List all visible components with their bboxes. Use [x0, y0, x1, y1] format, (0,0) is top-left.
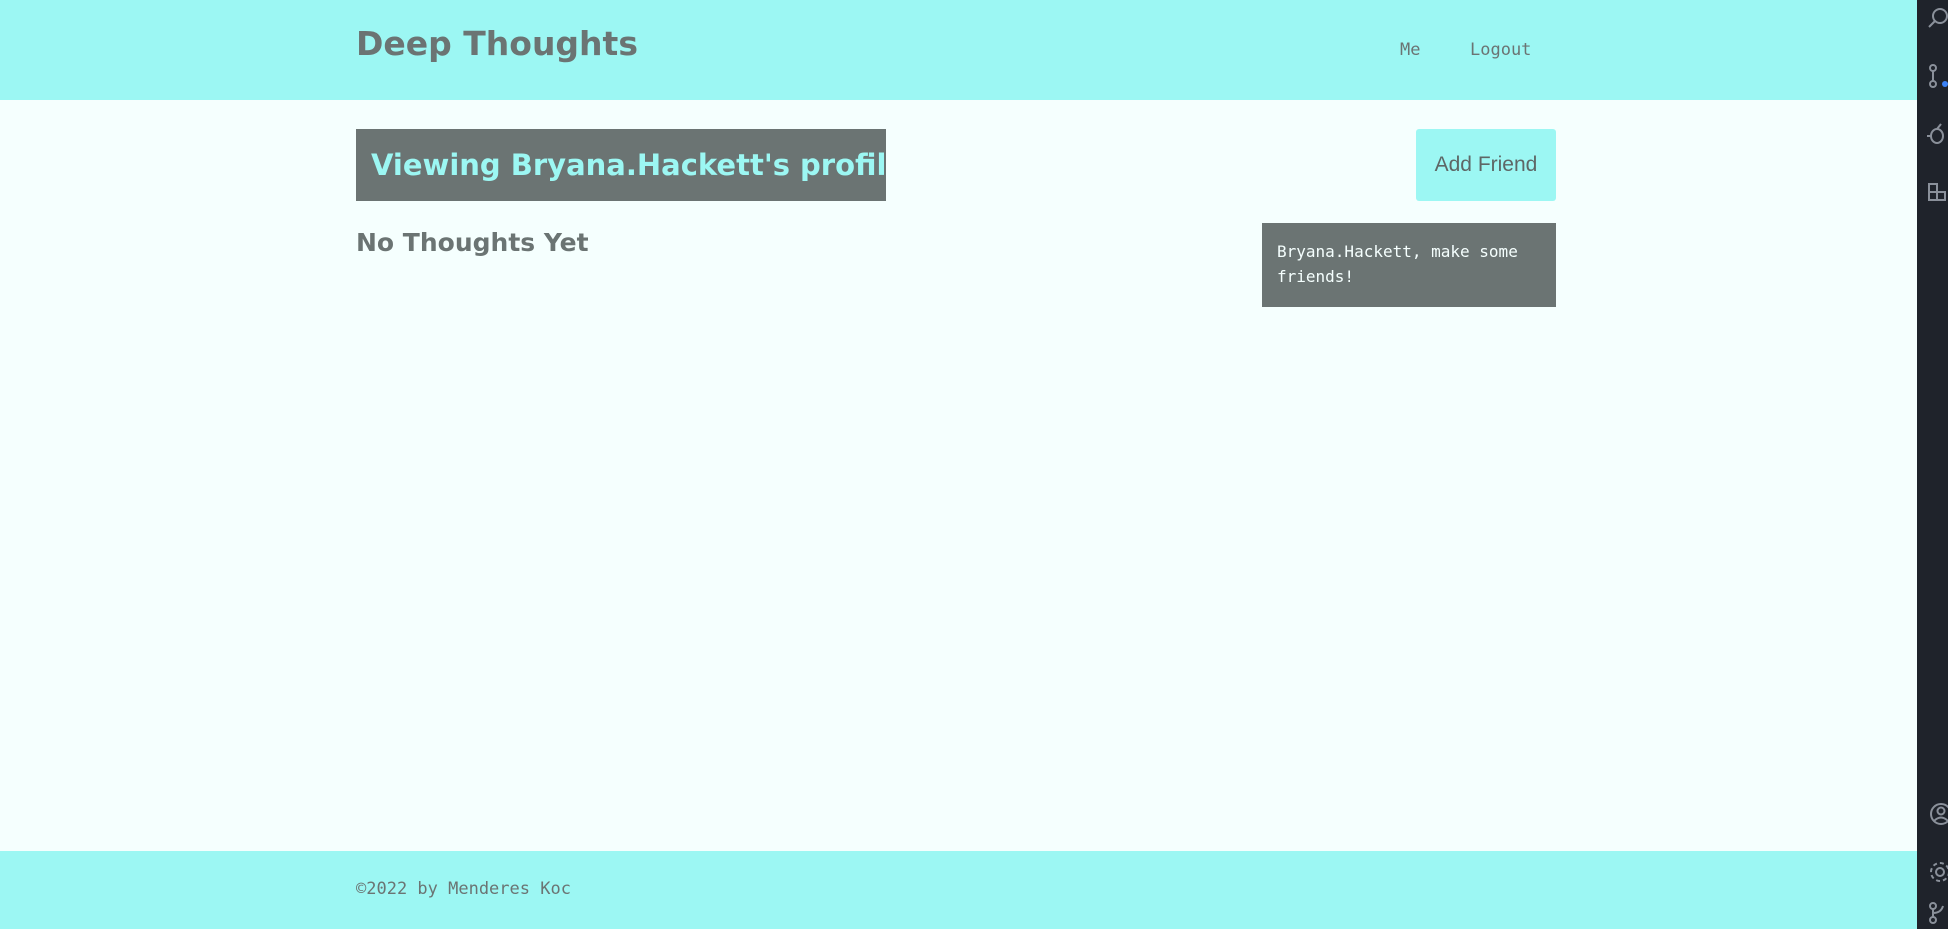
app-page: Deep Thoughts Me Logout Viewing Bryana.H… — [0, 0, 1917, 929]
footer-copyright: ©2022 by Menderes Koc — [356, 879, 571, 899]
nav-me-link[interactable]: Me — [1400, 40, 1420, 60]
gear-icon[interactable] — [1927, 860, 1948, 884]
debug-icon[interactable] — [1927, 122, 1948, 146]
friends-empty-message: Bryana.Hackett, make some friends! — [1277, 242, 1518, 286]
no-thoughts-heading: No Thoughts Yet — [356, 228, 589, 257]
site-footer: ©2022 by Menderes Koc — [0, 851, 1917, 929]
remote-icon[interactable] — [1927, 900, 1948, 924]
search-icon[interactable] — [1927, 6, 1948, 30]
profile-heading: Viewing Bryana.Hackett's profile. — [356, 129, 886, 201]
account-icon[interactable] — [1927, 802, 1948, 826]
friends-list-panel: Bryana.Hackett, make some friends! — [1262, 223, 1556, 307]
editor-activity-bar — [1917, 0, 1948, 929]
add-friend-button[interactable]: Add Friend — [1416, 129, 1556, 201]
extensions-icon[interactable] — [1927, 180, 1948, 204]
nav-logout-link[interactable]: Logout — [1470, 40, 1531, 60]
site-header: Deep Thoughts Me Logout — [0, 0, 1917, 100]
source-control-icon[interactable] — [1927, 64, 1948, 88]
site-title-link[interactable]: Deep Thoughts — [356, 24, 638, 63]
